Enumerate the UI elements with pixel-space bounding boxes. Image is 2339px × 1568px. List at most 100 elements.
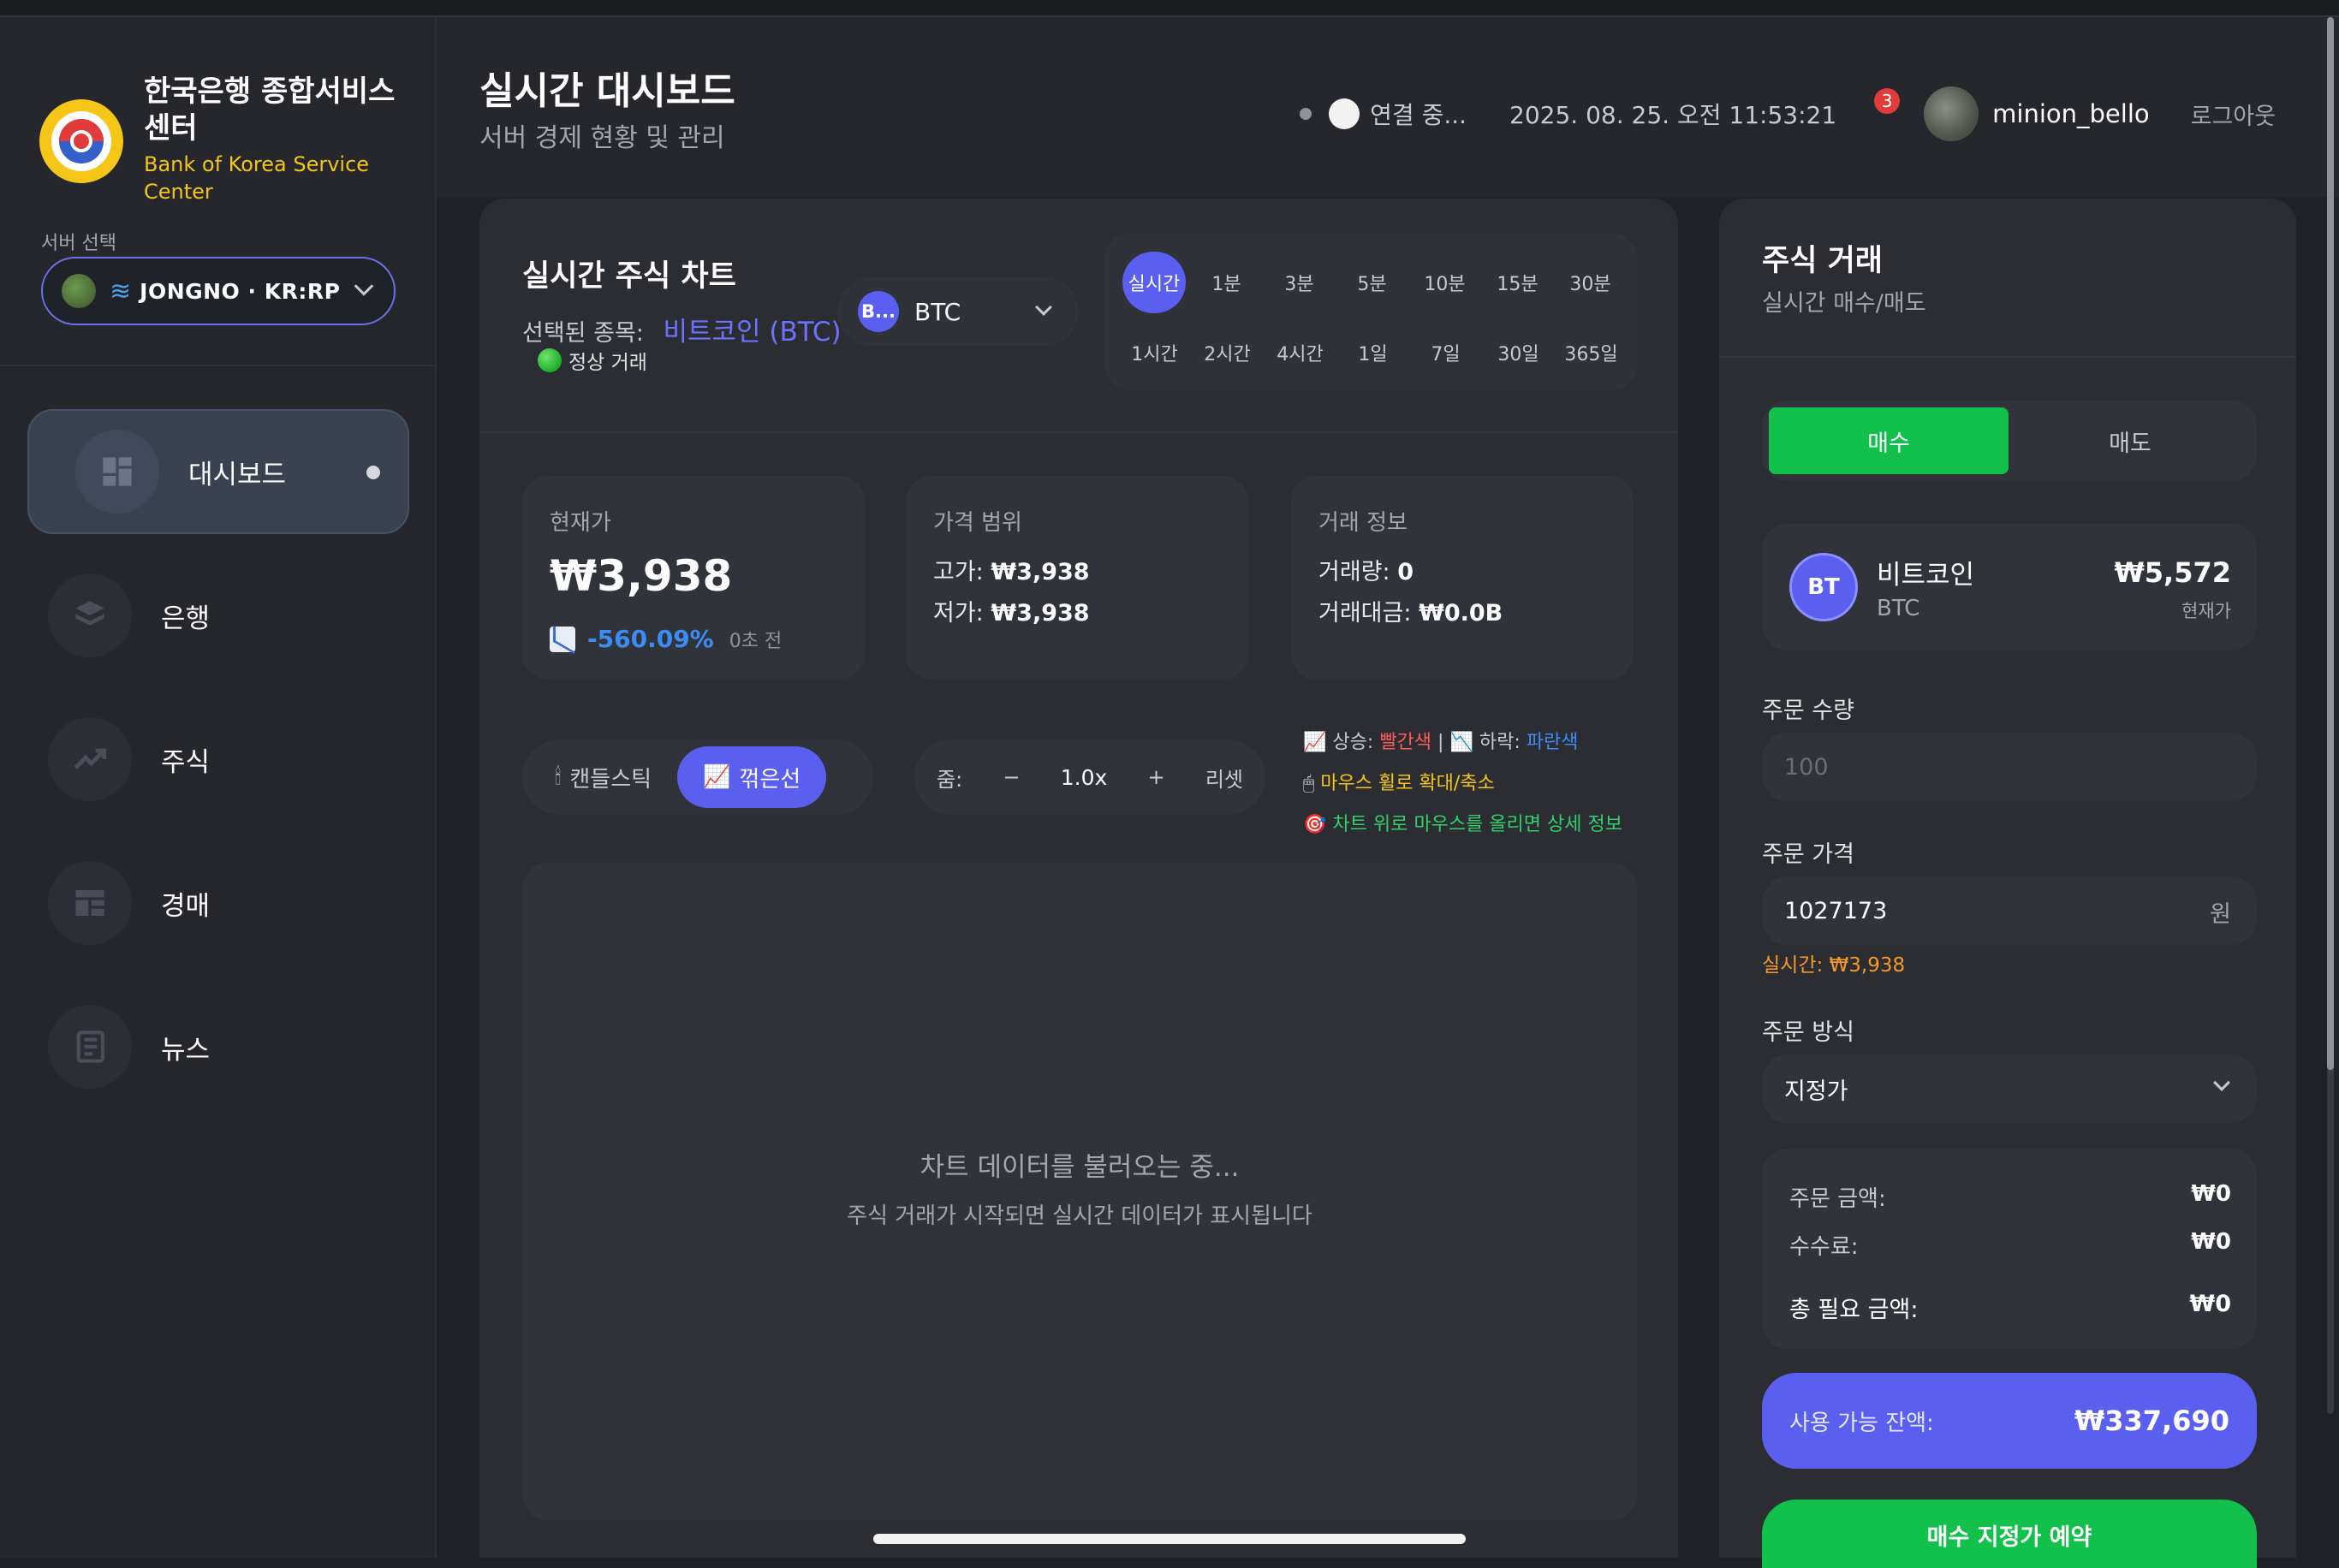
trade-volume-label: 거래량:: [1318, 559, 1390, 585]
zoom-label: 줌:: [937, 767, 963, 792]
timeframe-30m[interactable]: 30분: [1554, 252, 1627, 313]
brand-subtitle: Bank of Korea Service Center: [144, 152, 370, 204]
asset-symbol: BTC: [1877, 596, 1920, 621]
order-price-label: 주문 가격: [1762, 841, 1854, 868]
mouse-icon: 🖱: [1303, 773, 1315, 794]
news-icon: [48, 1005, 132, 1089]
sidebar-divider: [0, 365, 437, 366]
timeframe-3m[interactable]: 3분: [1263, 252, 1336, 313]
timeframe-5m[interactable]: 5분: [1336, 252, 1408, 313]
line-chart-button[interactable]: 📈 꺾은선: [677, 746, 827, 808]
connection-status-icon: [1329, 98, 1360, 129]
brand-title: 한국은행 종합서비스 센터: [144, 74, 396, 146]
chevron-down-icon: [2213, 1074, 2230, 1091]
page-subtitle: 서버 경제 현황 및 관리: [479, 123, 725, 153]
current-price-card: 현재가 ₩3,938 -560.09% 0초 전: [522, 476, 865, 680]
chart-panel-title: 실시간 주식 차트: [522, 259, 736, 294]
sidebar-item-stocks[interactable]: 주식: [27, 697, 409, 822]
legend-down-color: 파란색: [1526, 732, 1579, 753]
hover-hint-text: 차트 위로 마우스를 올리면 상세 정보: [1332, 814, 1622, 835]
logout-button[interactable]: 로그아웃: [2191, 98, 2276, 131]
timeframe-1d[interactable]: 1일: [1336, 322, 1409, 383]
sidebar-item-label: 뉴스: [161, 1034, 211, 1066]
connection-status: 연결 중...: [1370, 101, 1467, 129]
timeframe-selector: 실시간 1분 3분 5분 10분 15분 30분 1시간 2시간 4시간 1일 …: [1104, 233, 1637, 390]
server-name: JONGNO · KR:RP: [140, 278, 341, 304]
username[interactable]: minion_bello: [1992, 99, 2149, 128]
trading-status-text: 정상 거래: [568, 352, 647, 374]
available-balance-label: 사용 가능 잔액:: [1789, 1410, 1934, 1436]
page-scrollbar[interactable]: [2327, 17, 2334, 1414]
chart-loading-subtitle: 주식 거래가 시작되면 실시간 데이터가 표시됩니다: [847, 1203, 1312, 1229]
sidebar-item-dashboard[interactable]: 대시보드: [27, 409, 409, 534]
timeframe-2h[interactable]: 2시간: [1191, 322, 1264, 383]
zoom-in-button[interactable]: +: [1148, 765, 1165, 789]
available-balance-value: ₩337,690: [2074, 1405, 2229, 1437]
notification-badge[interactable]: 3: [1874, 88, 1901, 114]
datetime: 2025. 08. 25. 오전 11:53:21: [1509, 101, 1837, 129]
legend-wheel-hint: 🖱 마우스 휠로 확대/축소: [1303, 763, 1663, 805]
order-price-input[interactable]: [1762, 876, 2257, 945]
chart-panel: 실시간 주식 차트 선택된 종목: 비트코인 (BTC) 정상 거래 B... …: [479, 199, 1678, 1558]
trading-status: 정상 거래: [538, 346, 647, 375]
timeframe-1h[interactable]: 1시간: [1118, 322, 1191, 383]
place-order-button[interactable]: 매수 지정가 예약: [1762, 1500, 2257, 1568]
status-green-icon: [538, 348, 562, 372]
chart-area[interactable]: 차트 데이터를 불러오는 중... 주식 거래가 시작되면 실시간 데이터가 표…: [522, 863, 1637, 1520]
order-quantity-label: 주문 수량: [1762, 698, 1854, 724]
trade-volume-value: 0: [1397, 559, 1414, 585]
candlestick-button[interactable]: 🕯 캔들스틱: [529, 746, 677, 808]
timeframe-15m[interactable]: 15분: [1481, 252, 1554, 313]
price-unit: 원: [2210, 901, 2231, 928]
sidebar-item-news[interactable]: 뉴스: [27, 984, 409, 1109]
chart-up-icon: 📈: [703, 764, 731, 790]
timeframe-10m[interactable]: 10분: [1408, 252, 1481, 313]
target-icon: 🎯: [1303, 814, 1327, 835]
high-price-value: ₩3,938: [991, 559, 1090, 585]
timeframe-30d[interactable]: 30일: [1482, 322, 1555, 383]
timeframe-7d[interactable]: 7일: [1409, 322, 1482, 383]
sell-tab[interactable]: 매도: [2010, 407, 2250, 474]
timeframe-365d[interactable]: 365일: [1555, 322, 1628, 383]
current-price-label: 현재가: [550, 510, 611, 536]
symbol-select[interactable]: B... BTC: [837, 277, 1079, 346]
zoom-out-button[interactable]: −: [1003, 765, 1020, 789]
timeframe-4h[interactable]: 4시간: [1264, 322, 1336, 383]
sidebar-item-auction[interactable]: 경매: [27, 840, 409, 965]
timeframe-1m[interactable]: 1분: [1190, 252, 1263, 313]
low-price-label: 저가:: [933, 600, 984, 627]
price-range-label: 가격 범위: [933, 510, 1022, 536]
asset-badge: BT: [1789, 553, 1858, 621]
fee-label: 수수료:: [1789, 1234, 1859, 1260]
server-select[interactable]: ≋ JONGNO · KR:RP: [41, 257, 396, 325]
chart-loading-title: 차트 데이터를 불러오는 중...: [920, 1152, 1240, 1183]
trade-panel-subtitle: 실시간 매수/매도: [1762, 290, 1926, 317]
sidebar-item-bank[interactable]: 은행: [27, 553, 409, 678]
asset-name: 비트코인: [1877, 560, 1975, 591]
selected-stock-label: 선택된 종목:: [522, 320, 644, 347]
price-change-time: 0초 전: [729, 630, 783, 652]
wheel-hint-text: 마우스 휠로 확대/축소: [1320, 773, 1495, 794]
timeframe-realtime[interactable]: 실시간: [1122, 252, 1186, 313]
avatar[interactable]: [1924, 86, 1979, 141]
legend-separator: |: [1437, 732, 1444, 753]
asset-price: ₩5,572: [2114, 556, 2231, 589]
sidebar-item-label: 경매: [161, 890, 211, 922]
globe-icon: [62, 274, 96, 308]
trade-panel-divider: [1719, 356, 2296, 358]
order-quantity-input[interactable]: [1762, 733, 2257, 801]
high-price-label: 고가:: [933, 559, 984, 585]
scrollbar-thumb[interactable]: [2327, 17, 2334, 1070]
trade-info-label: 거래 정보: [1318, 510, 1408, 536]
legend-hover-hint: 🎯 차트 위로 마우스를 올리면 상세 정보: [1303, 805, 1663, 846]
zoom-reset-button[interactable]: 리셋: [1205, 763, 1243, 793]
realtime-price-hint: 실시간: ₩3,938: [1762, 954, 1906, 977]
order-method-select[interactable]: 지정가: [1762, 1054, 2257, 1123]
high-price: 고가: ₩3,938: [933, 553, 1090, 586]
active-indicator: [366, 466, 380, 479]
candle-icon: 🕯: [555, 763, 562, 790]
selected-stock-symbol: 비트코인 (BTC): [663, 317, 842, 347]
buy-tab[interactable]: 매수: [1769, 407, 2009, 474]
trade-amount-label: 거래대금:: [1318, 600, 1412, 627]
order-amount-label: 주문 금액:: [1789, 1186, 1886, 1212]
